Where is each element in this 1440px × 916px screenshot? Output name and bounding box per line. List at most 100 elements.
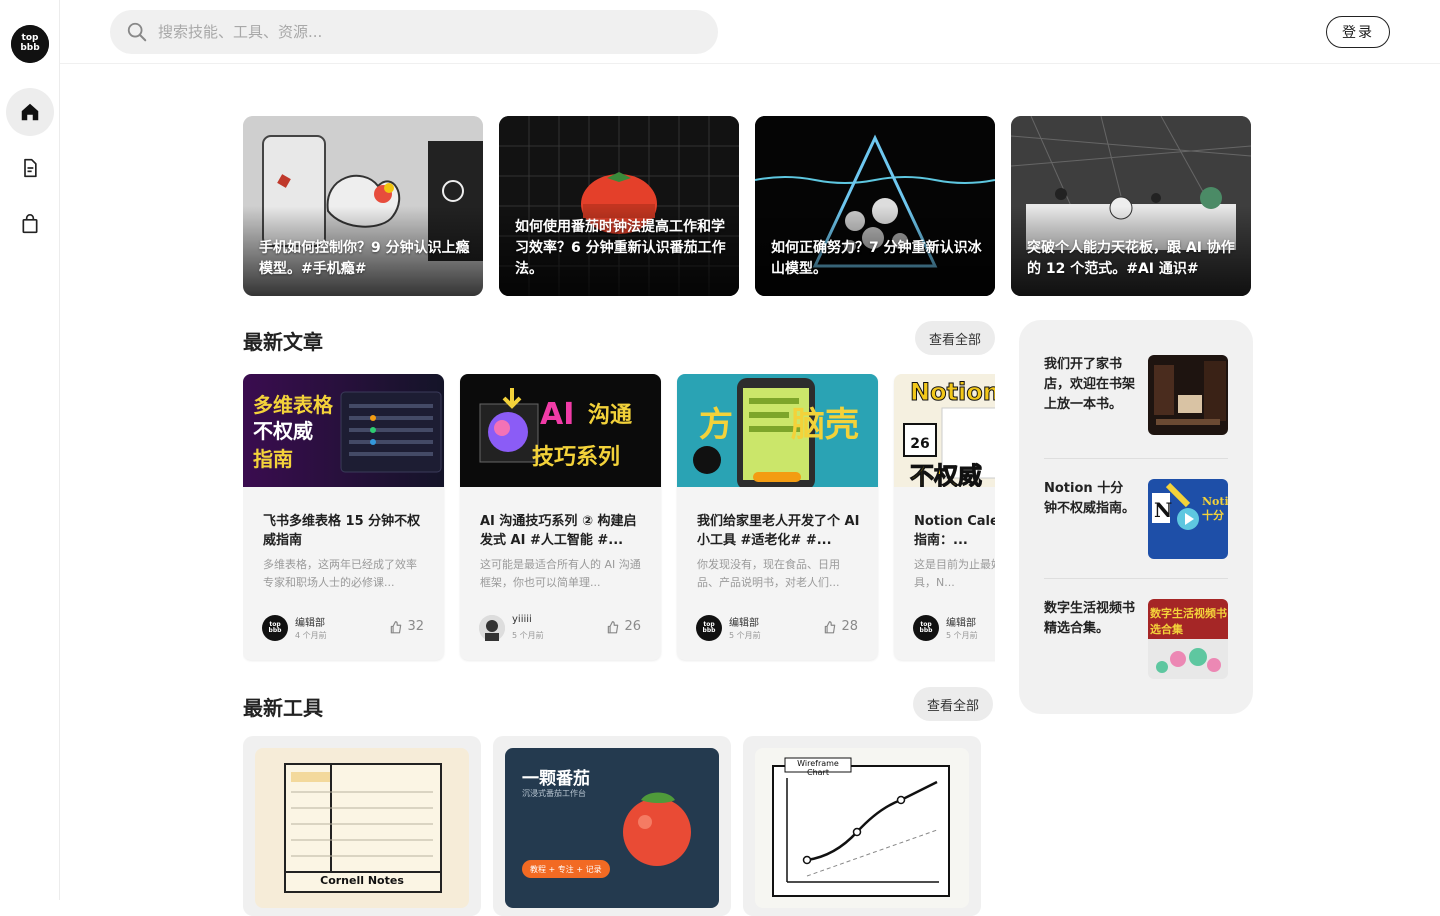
article-title: AI 沟通技巧系列 ② 构建启发式 AI #人工智能 #... — [480, 514, 637, 548]
tool-label: 一颗番茄 — [522, 769, 590, 789]
article-author: 编辑部 — [729, 618, 759, 629]
tool-label: Wireframe Chart — [797, 759, 839, 777]
tool-preview: 一颗番茄 沉浸式番茄工作台 教程 + 专注 + 记录 — [505, 748, 719, 908]
section-title-latest-articles: 最新文章 — [243, 330, 323, 354]
article-excerpt: 这可能是最适合所有人的 AI 沟通框架，你也可以简单理... — [480, 558, 641, 589]
view-all-articles-button[interactable]: 查看全部 — [915, 321, 995, 355]
tool-preview: Wireframe Chart — [755, 748, 969, 908]
svg-text:Notion: Notion — [910, 378, 995, 406]
article-title: Notion Calendar 不权威指南：... — [914, 514, 995, 548]
sidebar-item-articles[interactable] — [6, 144, 54, 192]
article-time: 4 个月前 — [295, 631, 327, 640]
view-all-tools-button[interactable]: 查看全部 — [913, 687, 993, 721]
article-cover: Notion 26 不权威 — [894, 374, 995, 487]
section-title-latest-tools: 最新工具 — [243, 696, 323, 720]
sidebar-item-home[interactable] — [6, 88, 54, 136]
article-excerpt: 这是目前为止最好用的日历工具，N... — [914, 558, 995, 589]
shopping-bag-icon — [22, 214, 38, 234]
svg-text:26: 26 — [910, 436, 929, 452]
svg-text:top: top — [22, 33, 39, 43]
tool-card[interactable]: Wireframe Chart — [743, 736, 981, 916]
tool-preview: Cornell Notes — [255, 748, 469, 908]
avatar — [479, 615, 505, 641]
recommend-thumb: 数字生活视频书 选合集 — [1148, 599, 1228, 679]
recommend-thumb: N Noti 十分 — [1148, 479, 1228, 559]
logo[interactable]: top bbb — [11, 25, 49, 63]
recommend-thumb — [1148, 355, 1228, 435]
svg-text:脑壳: 脑壳 — [791, 405, 859, 445]
article-author: 编辑部 — [946, 618, 976, 629]
svg-text:选合集: 选合集 — [1150, 622, 1184, 636]
svg-text:指南: 指南 — [253, 447, 293, 471]
divider — [1044, 458, 1228, 459]
logo-mark-icon: top bbb — [11, 25, 49, 63]
svg-text:Noti: Noti — [1202, 495, 1228, 508]
tool-subtitle: 沉浸式番茄工作台 — [522, 789, 586, 798]
search-icon — [127, 22, 147, 42]
article-time: 5 个月前 — [946, 631, 978, 640]
svg-text:技巧系列: 技巧系列 — [532, 445, 620, 470]
tomato-icon — [623, 792, 691, 866]
login-button[interactable]: 登录 — [1326, 16, 1390, 48]
svg-text:不权威: 不权威 — [253, 419, 313, 443]
svg-text:方: 方 — [699, 405, 733, 445]
article-title: 我们给家里老人开发了个 AI 小工具 #适老化# #... — [697, 514, 860, 548]
featured-card[interactable]: 如何使用番茄时钟法提高工作和学习效率？6 分钟重新认识番茄工作法。 — [499, 116, 739, 296]
featured-title: 突破个人能力天花板，跟 AI 协作的 12 个范式。#AI 通识# — [1027, 240, 1235, 277]
thumbs-up-icon — [391, 620, 402, 633]
svg-text:沟通: 沟通 — [588, 402, 632, 428]
like-count: 32 — [407, 619, 424, 634]
article-card[interactable]: 方 脑壳 我们给家里老人开发了个 AI 小工具 #适老化# #... 你发现没有… — [677, 374, 878, 660]
thumbs-up-icon — [825, 620, 836, 633]
article-card[interactable]: 多维表格 不权威 指南 飞书多维表格 15 分钟不权威指南 多维表格，这两年已经… — [243, 374, 444, 660]
like-count: 28 — [841, 619, 858, 634]
svg-text:不权威: 不权威 — [910, 462, 982, 487]
featured-title: 如何正确努力？7 分钟重新认识冰山模型。 — [771, 240, 982, 277]
divider — [1044, 578, 1228, 579]
svg-text:N: N — [1154, 498, 1172, 522]
article-time: 5 个月前 — [512, 631, 544, 640]
recommend-title: 数字生活视频书精选合集。 — [1044, 601, 1136, 636]
sidebar: top bbb — [0, 0, 60, 900]
like-button[interactable]: 28 — [823, 619, 858, 634]
featured-title: 手机如何控制你？9 分钟认识上瘾模型。#手机瘾# — [259, 240, 470, 277]
article-time: 5 个月前 — [729, 631, 761, 640]
avatar: top bbb — [696, 615, 722, 641]
like-count: 26 — [624, 619, 641, 634]
tool-label: Cornell Notes — [320, 874, 404, 887]
article-author: yiiiii — [512, 614, 532, 625]
tool-card[interactable]: 一颗番茄 沉浸式番茄工作台 教程 + 专注 + 记录 — [493, 736, 731, 916]
article-author: 编辑部 — [295, 618, 325, 629]
articles-carousel[interactable]: 多维表格 不权威 指南 飞书多维表格 15 分钟不权威指南 多维表格，这两年已经… — [243, 374, 995, 664]
article-excerpt: 多维表格，这两年已经成了效率专家和职场人士的必修课... — [263, 558, 417, 589]
featured-card[interactable]: 手机如何控制你？9 分钟认识上瘾模型。#手机瘾# — [243, 116, 483, 296]
article-card[interactable]: AI 沟通 技巧系列 AI 沟通技巧系列 ② 构建启发式 AI #人工智能 #.… — [460, 374, 661, 660]
recommend-panel: 我们开了家书店，欢迎在书架上放一本书。 Notion 十分钟不权威指南。 N N… — [1019, 320, 1253, 714]
like-button[interactable]: 32 — [389, 619, 424, 634]
svg-text:数字生活视频书: 数字生活视频书 — [1150, 606, 1227, 620]
search-bar[interactable] — [110, 10, 718, 54]
tool-card[interactable]: Cornell Notes — [243, 736, 481, 916]
like-button[interactable]: 26 — [606, 619, 641, 634]
article-cover: 多维表格 不权威 指南 — [243, 374, 444, 487]
featured-card[interactable]: 突破个人能力天花板，跟 AI 协作的 12 个范式。#AI 通识# — [1011, 116, 1251, 296]
article-card[interactable]: Notion 26 不权威 Notion Calendar 不权威指南：... … — [894, 374, 995, 660]
svg-text:十分: 十分 — [1202, 508, 1224, 522]
thumbs-up-icon — [608, 620, 619, 633]
featured-title: 如何使用番茄时钟法提高工作和学习效率？6 分钟重新认识番茄工作法。 — [515, 219, 726, 277]
article-cover: AI 沟通 技巧系列 — [460, 374, 661, 487]
svg-text:多维表格: 多维表格 — [253, 393, 334, 417]
svg-text:AI: AI — [540, 397, 574, 432]
article-excerpt: 你发现没有，现在食品、日用品、产品说明书，对老人们... — [697, 558, 840, 589]
article-title: 飞书多维表格 15 分钟不权威指南 — [263, 514, 421, 548]
search-input[interactable] — [158, 23, 698, 41]
sidebar-item-shop[interactable] — [6, 200, 54, 248]
featured-card[interactable]: 如何正确努力？7 分钟重新认识冰山模型。 — [755, 116, 995, 296]
tool-tag: 教程 + 专注 + 记录 — [522, 860, 610, 878]
avatar: top bbb — [262, 615, 288, 641]
home-icon — [21, 103, 39, 121]
avatar: top bbb — [913, 615, 939, 641]
recommend-title: Notion 十分钟不权威指南。 — [1044, 481, 1136, 516]
header: 登录 — [60, 0, 1440, 64]
recommend-title: 我们开了家书店，欢迎在书架上放一本书。 — [1044, 357, 1136, 412]
